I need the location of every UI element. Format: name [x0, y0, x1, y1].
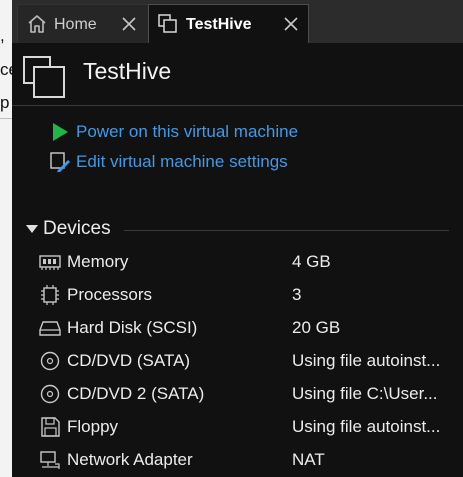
- edit-settings-icon: [50, 152, 70, 172]
- close-icon[interactable]: [283, 16, 299, 32]
- cd-dvd-icon: [40, 384, 60, 404]
- device-row-cd-dvd[interactable]: CD/DVD (SATA) Using file autoinst...: [39, 346, 459, 376]
- network-adapter-icon: [40, 451, 60, 469]
- background-window-edge: , ce p: [0, 0, 12, 477]
- title-divider: [12, 105, 463, 106]
- tab-home[interactable]: Home: [17, 4, 152, 43]
- device-row-network-adapter[interactable]: Network Adapter NAT: [39, 445, 459, 475]
- processor-icon: [41, 285, 59, 305]
- device-value: Using file autoinst...: [292, 351, 441, 370]
- device-name: Hard Disk (SCSI): [67, 318, 198, 337]
- device-value: NAT: [292, 450, 325, 469]
- device-name: Processors: [67, 285, 153, 304]
- device-value: Using file autoinst...: [292, 417, 441, 436]
- vm-icon: [23, 56, 65, 98]
- page-title: TestHive: [83, 58, 172, 84]
- device-name: CD/DVD (SATA): [67, 351, 191, 370]
- power-on-label: Power on this virtual machine: [76, 122, 299, 141]
- tab-bar: Home TestHive: [12, 0, 463, 44]
- devices-section-title: Devices: [43, 218, 111, 239]
- cd-dvd-icon: [40, 351, 60, 371]
- power-on-button[interactable]: Power on this virtual machine: [49, 121, 298, 143]
- device-value: 4 GB: [292, 252, 331, 271]
- devices-section-toggle[interactable]: Devices: [26, 218, 111, 240]
- chevron-down-icon: [26, 225, 38, 233]
- edit-settings-button[interactable]: Edit virtual machine settings: [49, 151, 288, 173]
- home-icon: [28, 15, 46, 33]
- memory-icon: [39, 255, 61, 270]
- tab-home-label: Home: [54, 16, 97, 33]
- vm-icon: [158, 14, 177, 33]
- device-row-floppy[interactable]: Floppy Using file autoinst...: [39, 412, 459, 442]
- background-text-fragment: p: [0, 93, 10, 112]
- device-value: Using file C:\User...: [292, 384, 438, 403]
- device-name: Floppy: [67, 417, 119, 436]
- device-row-cd-dvd-2[interactable]: CD/DVD 2 (SATA) Using file C:\User...: [39, 379, 459, 409]
- background-text-fragment: ce: [0, 60, 12, 79]
- floppy-icon: [41, 417, 60, 437]
- edit-settings-label: Edit virtual machine settings: [76, 152, 288, 171]
- device-name: Network Adapter: [67, 450, 193, 469]
- background-text-fragment: ,: [0, 26, 5, 45]
- vm-summary-panel: TestHive Power on this virtual machine E…: [12, 43, 463, 477]
- background-divider: [0, 118, 12, 119]
- device-row-memory[interactable]: Memory 4 GB: [39, 247, 459, 277]
- devices-divider: [124, 230, 449, 231]
- device-value: 3: [292, 285, 302, 304]
- tab-testhive-label: TestHive: [186, 16, 252, 33]
- device-value: 20 GB: [292, 318, 341, 337]
- device-name: Memory: [67, 252, 129, 271]
- close-icon[interactable]: [121, 16, 137, 32]
- device-row-processors[interactable]: Processors 3: [39, 280, 459, 310]
- tab-testhive[interactable]: TestHive: [148, 4, 309, 44]
- device-name: CD/DVD 2 (SATA): [67, 384, 205, 403]
- device-row-hard-disk[interactable]: Hard Disk (SCSI) 20 GB: [39, 313, 459, 343]
- play-icon: [53, 123, 68, 141]
- hard-disk-icon: [39, 321, 61, 336]
